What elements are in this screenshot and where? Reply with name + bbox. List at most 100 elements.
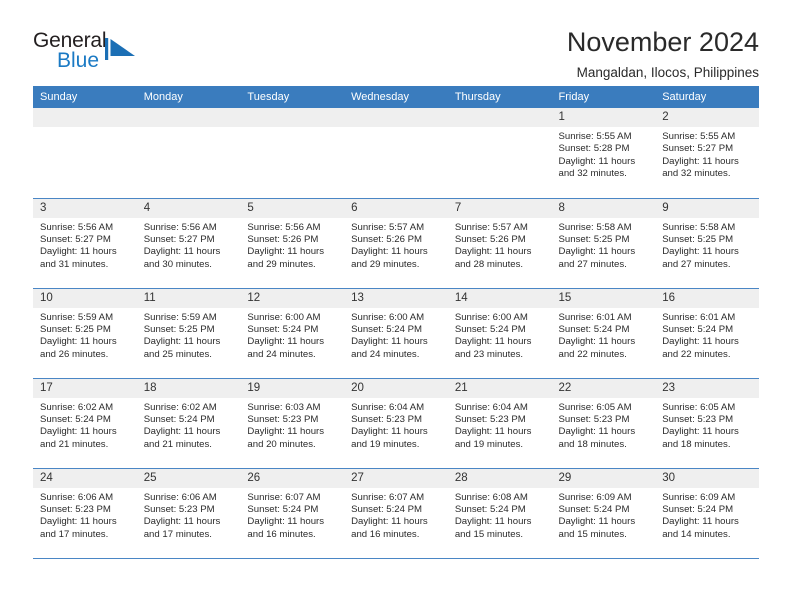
daylight-text: Daylight: 11 hours and 26 minutes.	[40, 336, 117, 360]
sunset-text: Sunset: 5:24 PM	[558, 503, 630, 515]
day-details: Sunrise: 5:58 AM Sunset: 5:25 PM Daylight:…	[552, 218, 656, 272]
calendar-day-cell[interactable]: 20 Sunrise: 6:04 AM Sunset: 5:23 PM Dayligh…	[344, 378, 448, 469]
day-number: 30	[655, 468, 759, 488]
daylight-text: Daylight: 11 hours and 30 minutes.	[143, 246, 221, 270]
sunrise-text: Sunrise: 5:57 AM	[454, 221, 528, 233]
day-number: 6	[344, 198, 448, 218]
daylight-text: Daylight: 11 hours and 17 minutes.	[143, 516, 221, 540]
calendar-day-cell[interactable]: 4 Sunrise: 5:56 AM Sunset: 5:27 PM Daylight…	[136, 198, 241, 289]
calendar-day-cell[interactable]: 16 Sunrise: 6:01 AM Sunset: 5:24 PM Dayligh…	[655, 288, 759, 379]
sunrise-text: Sunrise: 6:05 AM	[558, 401, 632, 413]
sunrise-text: Sunrise: 5:55 AM	[558, 131, 632, 142]
calendar-day-cell-empty	[136, 108, 241, 199]
calendar-day-cell[interactable]: 11 Sunrise: 5:59 AM Sunset: 5:25 PM Dayligh…	[136, 288, 241, 379]
daylight-text: Daylight: 11 hours and 24 minutes.	[247, 336, 325, 360]
sunset-text: Sunset: 5:25 PM	[662, 233, 734, 245]
sunrise-text: Sunrise: 6:04 AM	[351, 401, 425, 413]
day-details: Sunrise: 5:57 AM Sunset: 5:26 PM Daylight:…	[448, 218, 552, 272]
sunrise-text: Sunrise: 5:57 AM	[351, 221, 425, 233]
calendar-day-cell[interactable]: 14 Sunrise: 6:00 AM Sunset: 5:24 PM Dayligh…	[447, 288, 552, 379]
weekday-header-row: Sunday Monday Tuesday Wednesday Thursday…	[33, 86, 759, 108]
calendar-day-cell[interactable]: 28 Sunrise: 6:08 AM Sunset: 5:24 PM Dayligh…	[447, 468, 552, 559]
sunset-text: Sunset: 5:23 PM	[40, 503, 111, 515]
calendar-day-cell[interactable]: 3 Sunrise: 5:56 AM Sunset: 5:27 PM Daylight…	[33, 198, 137, 289]
calendar-day-cell[interactable]: 25 Sunrise: 6:06 AM Sunset: 5:23 PM Dayligh…	[136, 468, 241, 559]
daylight-text: Daylight: 11 hours and 14 minutes.	[662, 516, 739, 540]
title-block: November 2024 Mangaldan, Ilocos, Philipp…	[567, 26, 759, 84]
calendar-day-cell[interactable]: 24 Sunrise: 6:06 AM Sunset: 5:23 PM Dayligh…	[33, 468, 137, 559]
calendar-day-cell[interactable]: 8 Sunrise: 5:58 AM Sunset: 5:25 PM Daylight…	[551, 198, 656, 289]
sunset-text: Sunset: 5:25 PM	[143, 323, 215, 335]
calendar-day-cell[interactable]: 7 Sunrise: 5:57 AM Sunset: 5:26 PM Daylight…	[447, 198, 552, 289]
daylight-text: Daylight: 11 hours and 21 minutes.	[143, 426, 221, 450]
calendar-week-row: 10 Sunrise: 5:59 AM Sunset: 5:25 PM Dayligh…	[33, 288, 759, 379]
calendar-day-cell[interactable]: 6 Sunrise: 5:57 AM Sunset: 5:26 PM Daylight…	[344, 198, 448, 289]
sunrise-text: Sunrise: 5:55 AM	[662, 131, 736, 142]
day-number: 5	[240, 198, 345, 218]
day-number	[33, 108, 137, 127]
daylight-text: Daylight: 11 hours and 24 minutes.	[351, 336, 428, 360]
calendar-day-cell[interactable]: 21 Sunrise: 6:04 AM Sunset: 5:23 PM Dayligh…	[447, 378, 552, 469]
calendar-day-cell[interactable]: 12 Sunrise: 6:00 AM Sunset: 5:24 PM Dayligh…	[240, 288, 345, 379]
calendar-day-cell[interactable]: 18 Sunrise: 6:02 AM Sunset: 5:24 PM Dayligh…	[136, 378, 241, 469]
calendar-day-cell[interactable]: 26 Sunrise: 6:07 AM Sunset: 5:24 PM Dayligh…	[240, 468, 345, 559]
daylight-text: Daylight: 11 hours and 32 minutes.	[558, 155, 636, 180]
calendar-day-cell[interactable]: 22 Sunrise: 6:05 AM Sunset: 5:23 PM Dayligh…	[551, 378, 656, 469]
day-details: Sunrise: 6:00 AM Sunset: 5:24 PM Daylight:…	[448, 308, 552, 362]
daylight-text: Daylight: 11 hours and 16 minutes.	[247, 516, 325, 540]
day-number: 26	[240, 468, 345, 488]
sunrise-text: Sunrise: 5:58 AM	[558, 221, 632, 233]
sunrise-text: Sunrise: 6:07 AM	[247, 491, 321, 503]
calendar-grid: Sunday Monday Tuesday Wednesday Thursday…	[33, 86, 759, 559]
day-number: 3	[33, 198, 137, 218]
calendar-day-cell[interactable]: 10 Sunrise: 5:59 AM Sunset: 5:25 PM Dayligh…	[33, 288, 137, 379]
day-details: Sunrise: 5:57 AM Sunset: 5:26 PM Daylight:…	[344, 218, 448, 272]
calendar-day-cell[interactable]: 9 Sunrise: 5:58 AM Sunset: 5:25 PM Daylight…	[655, 198, 759, 289]
calendar-day-cell[interactable]: 1 Sunrise: 5:55 AM Sunset: 5:28 PM Daylight…	[551, 108, 656, 199]
daylight-text: Daylight: 11 hours and 27 minutes.	[558, 246, 636, 270]
calendar-day-cell-empty	[240, 108, 345, 199]
day-details: Sunrise: 5:59 AM Sunset: 5:25 PM Daylight:…	[137, 308, 241, 362]
sunrise-text: Sunrise: 5:58 AM	[662, 221, 736, 233]
calendar-day-cell[interactable]: 5 Sunrise: 5:56 AM Sunset: 5:26 PM Daylight…	[240, 198, 345, 289]
calendar-day-cell[interactable]: 19 Sunrise: 6:03 AM Sunset: 5:23 PM Dayligh…	[240, 378, 345, 469]
day-number: 11	[136, 288, 241, 308]
daylight-text: Daylight: 11 hours and 16 minutes.	[351, 516, 428, 540]
day-number: 29	[551, 468, 656, 488]
day-number: 2	[655, 108, 759, 127]
day-details: Sunrise: 5:56 AM Sunset: 5:26 PM Daylight:…	[240, 218, 344, 272]
day-details: Sunrise: 6:05 AM Sunset: 5:23 PM Daylight:…	[552, 398, 656, 452]
day-details: Sunrise: 6:00 AM Sunset: 5:24 PM Daylight:…	[344, 308, 448, 362]
calendar-day-cell[interactable]: 15 Sunrise: 6:01 AM Sunset: 5:24 PM Dayligh…	[551, 288, 656, 379]
calendar-day-cell[interactable]: 27 Sunrise: 6:07 AM Sunset: 5:24 PM Dayligh…	[344, 468, 448, 559]
day-number: 12	[240, 288, 345, 308]
sunset-text: Sunset: 5:24 PM	[662, 503, 734, 515]
sunrise-text: Sunrise: 6:00 AM	[454, 311, 528, 323]
page-header: General Blue November 2024 Mangaldan, Il…	[0, 0, 792, 80]
brand-logo[interactable]: General Blue	[33, 26, 153, 71]
sunset-text: Sunset: 5:24 PM	[558, 323, 630, 335]
calendar-week-row: 1 Sunrise: 5:55 AM Sunset: 5:28 PM Daylight…	[33, 108, 759, 199]
day-details: Sunrise: 5:55 AM Sunset: 5:28 PM Daylight:…	[552, 127, 656, 181]
daylight-text: Daylight: 11 hours and 15 minutes.	[558, 516, 636, 540]
calendar-day-cell[interactable]: 2 Sunrise: 5:55 AM Sunset: 5:27 PM Daylight…	[655, 108, 759, 199]
calendar-day-cell[interactable]: 23 Sunrise: 6:05 AM Sunset: 5:23 PM Dayligh…	[655, 378, 759, 469]
calendar-day-cell-empty	[344, 108, 448, 199]
daylight-text: Daylight: 11 hours and 29 minutes.	[247, 246, 325, 270]
daylight-text: Daylight: 11 hours and 23 minutes.	[454, 336, 532, 360]
sunrise-text: Sunrise: 6:00 AM	[351, 311, 425, 323]
calendar-day-cell[interactable]: 13 Sunrise: 6:00 AM Sunset: 5:24 PM Dayligh…	[344, 288, 448, 379]
daylight-text: Daylight: 11 hours and 27 minutes.	[662, 246, 739, 270]
weekday-header-tuesday: Tuesday	[240, 86, 345, 108]
daylight-text: Daylight: 11 hours and 18 minutes.	[662, 426, 739, 450]
sunset-text: Sunset: 5:25 PM	[558, 233, 630, 245]
calendar-day-cell[interactable]: 17 Sunrise: 6:02 AM Sunset: 5:24 PM Dayligh…	[33, 378, 137, 469]
calendar-body: 1 Sunrise: 5:55 AM Sunset: 5:28 PM Daylight…	[33, 108, 759, 559]
daylight-text: Daylight: 11 hours and 18 minutes.	[558, 426, 636, 450]
sunset-text: Sunset: 5:23 PM	[351, 413, 423, 425]
day-number: 27	[344, 468, 448, 488]
sunset-text: Sunset: 5:24 PM	[454, 503, 526, 515]
calendar-day-cell[interactable]: 30 Sunrise: 6:09 AM Sunset: 5:24 PM Dayligh…	[655, 468, 759, 559]
calendar-day-cell[interactable]: 29 Sunrise: 6:09 AM Sunset: 5:24 PM Dayligh…	[551, 468, 656, 559]
sunrise-text: Sunrise: 5:59 AM	[143, 311, 217, 323]
